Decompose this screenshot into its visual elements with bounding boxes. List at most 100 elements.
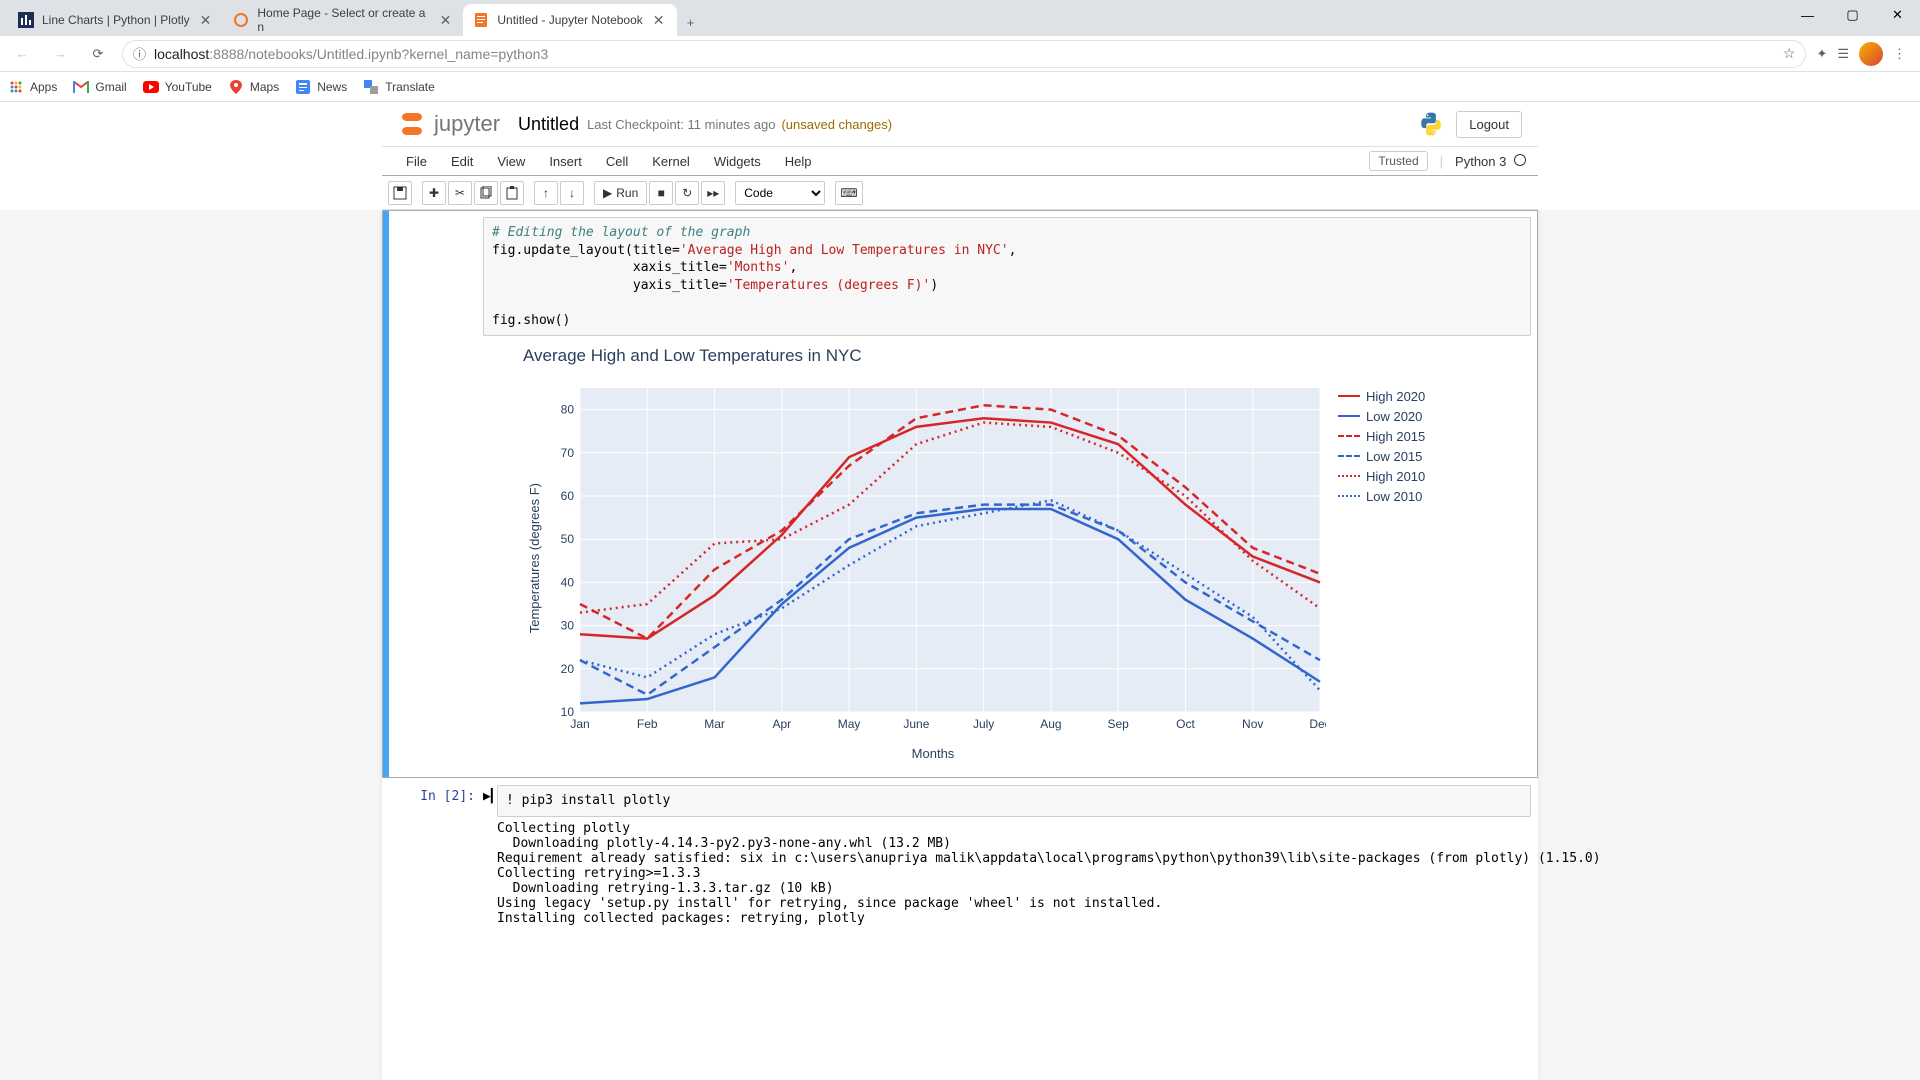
legend-item[interactable]: High 2020 [1338, 386, 1425, 406]
extensions-icon[interactable]: ✦ [1816, 46, 1827, 62]
svg-text:20: 20 [561, 662, 575, 676]
trusted-indicator[interactable]: Trusted [1369, 151, 1427, 171]
restart-run-all-button[interactable]: ▸▸ [701, 181, 725, 205]
close-icon[interactable]: ✕ [198, 12, 214, 29]
move-up-button[interactable]: ↑ [534, 181, 558, 205]
jupyter-logo[interactable]: jupyter [398, 110, 500, 138]
reload-button[interactable]: ⟳ [84, 40, 112, 68]
site-info-icon[interactable]: ⓘ [133, 44, 146, 63]
menu-file[interactable]: File [394, 154, 439, 169]
new-tab-button[interactable]: + [677, 8, 705, 36]
legend-item[interactable]: Low 2015 [1338, 446, 1425, 466]
svg-text:50: 50 [561, 532, 575, 546]
apps-icon [8, 79, 24, 95]
menu-widgets[interactable]: Widgets [702, 154, 773, 169]
menu-insert[interactable]: Insert [537, 154, 594, 169]
cell-prompt: In [2]: [383, 785, 483, 930]
command-palette-button[interactable]: ⌨ [835, 181, 862, 205]
close-window-button[interactable]: ✕ [1875, 0, 1920, 30]
youtube-bookmark[interactable]: YouTube [143, 79, 212, 95]
notebook-title[interactable]: Untitled [518, 114, 579, 135]
logout-button[interactable]: Logout [1456, 111, 1522, 138]
chrome-menu-icon[interactable]: ⋮ [1893, 46, 1906, 62]
cell-output: Collecting plotly Downloading plotly-4.1… [497, 817, 1531, 930]
code-input[interactable]: ! pip3 install plotly [497, 785, 1531, 817]
svg-text:Apr: Apr [772, 717, 791, 731]
translate-bookmark[interactable]: Translate [363, 79, 435, 95]
kernel-name[interactable]: Python 3 [1455, 154, 1526, 169]
youtube-icon [143, 79, 159, 95]
cut-button[interactable]: ✂ [448, 181, 472, 205]
copy-button[interactable] [474, 181, 498, 205]
svg-text:Oct: Oct [1176, 717, 1195, 731]
menu-help[interactable]: Help [773, 154, 824, 169]
star-icon[interactable]: ☆ [1783, 45, 1796, 62]
svg-text:July: July [973, 717, 994, 731]
svg-text:60: 60 [561, 489, 575, 503]
x-axis-label: Months [563, 746, 1303, 761]
legend-item[interactable]: High 2010 [1338, 466, 1425, 486]
browser-tab[interactable]: Home Page - Select or create a n ✕ [223, 4, 463, 36]
news-icon [295, 79, 311, 95]
browser-tab-strip: Line Charts | Python | Plotly ✕ Home Pag… [0, 0, 1920, 36]
address-bar[interactable]: ⓘ localhost:8888/notebooks/Untitled.ipyn… [122, 40, 1806, 68]
reading-list-icon[interactable]: ☰ [1837, 46, 1849, 62]
svg-text:Mar: Mar [704, 717, 725, 731]
code-cell[interactable]: # Editing the layout of the graph fig.up… [382, 210, 1538, 778]
chart-legend: High 2020Low 2020High 2015Low 2015High 2… [1326, 378, 1425, 506]
gmail-bookmark[interactable]: Gmail [73, 79, 126, 95]
chart-output: Average High and Low Temperatures in NYC… [483, 336, 1531, 771]
menu-cell[interactable]: Cell [594, 154, 640, 169]
cell-prompt [383, 217, 483, 771]
notebook-content[interactable]: # Editing the layout of the graph fig.up… [0, 210, 1920, 1080]
legend-item[interactable]: Low 2010 [1338, 486, 1425, 506]
save-button[interactable] [388, 181, 412, 205]
insert-cell-button[interactable]: ✚ [422, 181, 446, 205]
restart-button[interactable]: ↻ [675, 181, 699, 205]
svg-text:40: 40 [561, 576, 575, 590]
browser-tab[interactable]: Line Charts | Python | Plotly ✕ [8, 4, 223, 36]
interrupt-button[interactable]: ■ [649, 181, 673, 205]
legend-item[interactable]: High 2015 [1338, 426, 1425, 446]
svg-text:80: 80 [561, 403, 575, 417]
run-button[interactable]: ▶ Run [594, 181, 647, 205]
browser-tab-active[interactable]: Untitled - Jupyter Notebook ✕ [463, 4, 676, 36]
jupyter-header: jupyter Untitled Last Checkpoint: 11 min… [382, 102, 1538, 146]
svg-text:May: May [838, 717, 861, 731]
python-icon [1418, 111, 1444, 137]
chart-svg: 1020304050607080JanFebMarAprMayJuneJulyA… [546, 378, 1326, 738]
close-icon[interactable]: ✕ [651, 12, 667, 29]
apps-bookmark[interactable]: Apps [8, 79, 57, 95]
minimize-button[interactable]: — [1785, 0, 1830, 30]
menu-kernel[interactable]: Kernel [640, 154, 702, 169]
profile-avatar[interactable] [1859, 42, 1883, 66]
close-icon[interactable]: ✕ [438, 12, 454, 29]
browser-toolbar: ← → ⟳ ⓘ localhost:8888/notebooks/Untitle… [0, 36, 1920, 72]
gmail-icon [73, 79, 89, 95]
notebook-favicon [473, 12, 489, 28]
code-input[interactable]: # Editing the layout of the graph fig.up… [483, 217, 1531, 336]
move-down-button[interactable]: ↓ [560, 181, 584, 205]
run-indicator-icon: ▶▎ [483, 785, 497, 930]
code-cell[interactable]: In [2]: ▶▎ ! pip3 install plotly Collect… [382, 778, 1538, 937]
y-axis-label: Temperatures (degrees F) [523, 483, 546, 633]
svg-text:Jan: Jan [570, 717, 589, 731]
tab-title: Line Charts | Python | Plotly [42, 13, 190, 27]
svg-text:Aug: Aug [1040, 717, 1061, 731]
legend-item[interactable]: Low 2020 [1338, 406, 1425, 426]
forward-button[interactable]: → [46, 40, 74, 68]
maps-icon [228, 79, 244, 95]
tab-title: Home Page - Select or create a n [257, 6, 429, 34]
jupyter-toolbar: ✚ ✂ ↑ ↓ ▶ Run ■ ↻ ▸▸ Code ⌨ [382, 176, 1538, 210]
paste-button[interactable] [500, 181, 524, 205]
maximize-button[interactable]: ▢ [1830, 0, 1875, 30]
maps-bookmark[interactable]: Maps [228, 79, 279, 95]
back-button[interactable]: ← [8, 40, 36, 68]
svg-text:Dec: Dec [1309, 717, 1326, 731]
menu-view[interactable]: View [485, 154, 537, 169]
checkpoint-status: Last Checkpoint: 11 minutes ago [587, 117, 775, 132]
news-bookmark[interactable]: News [295, 79, 347, 95]
menu-edit[interactable]: Edit [439, 154, 485, 169]
url-path: :8888/notebooks/Untitled.ipynb?kernel_na… [209, 46, 548, 62]
celltype-select[interactable]: Code [735, 181, 825, 205]
